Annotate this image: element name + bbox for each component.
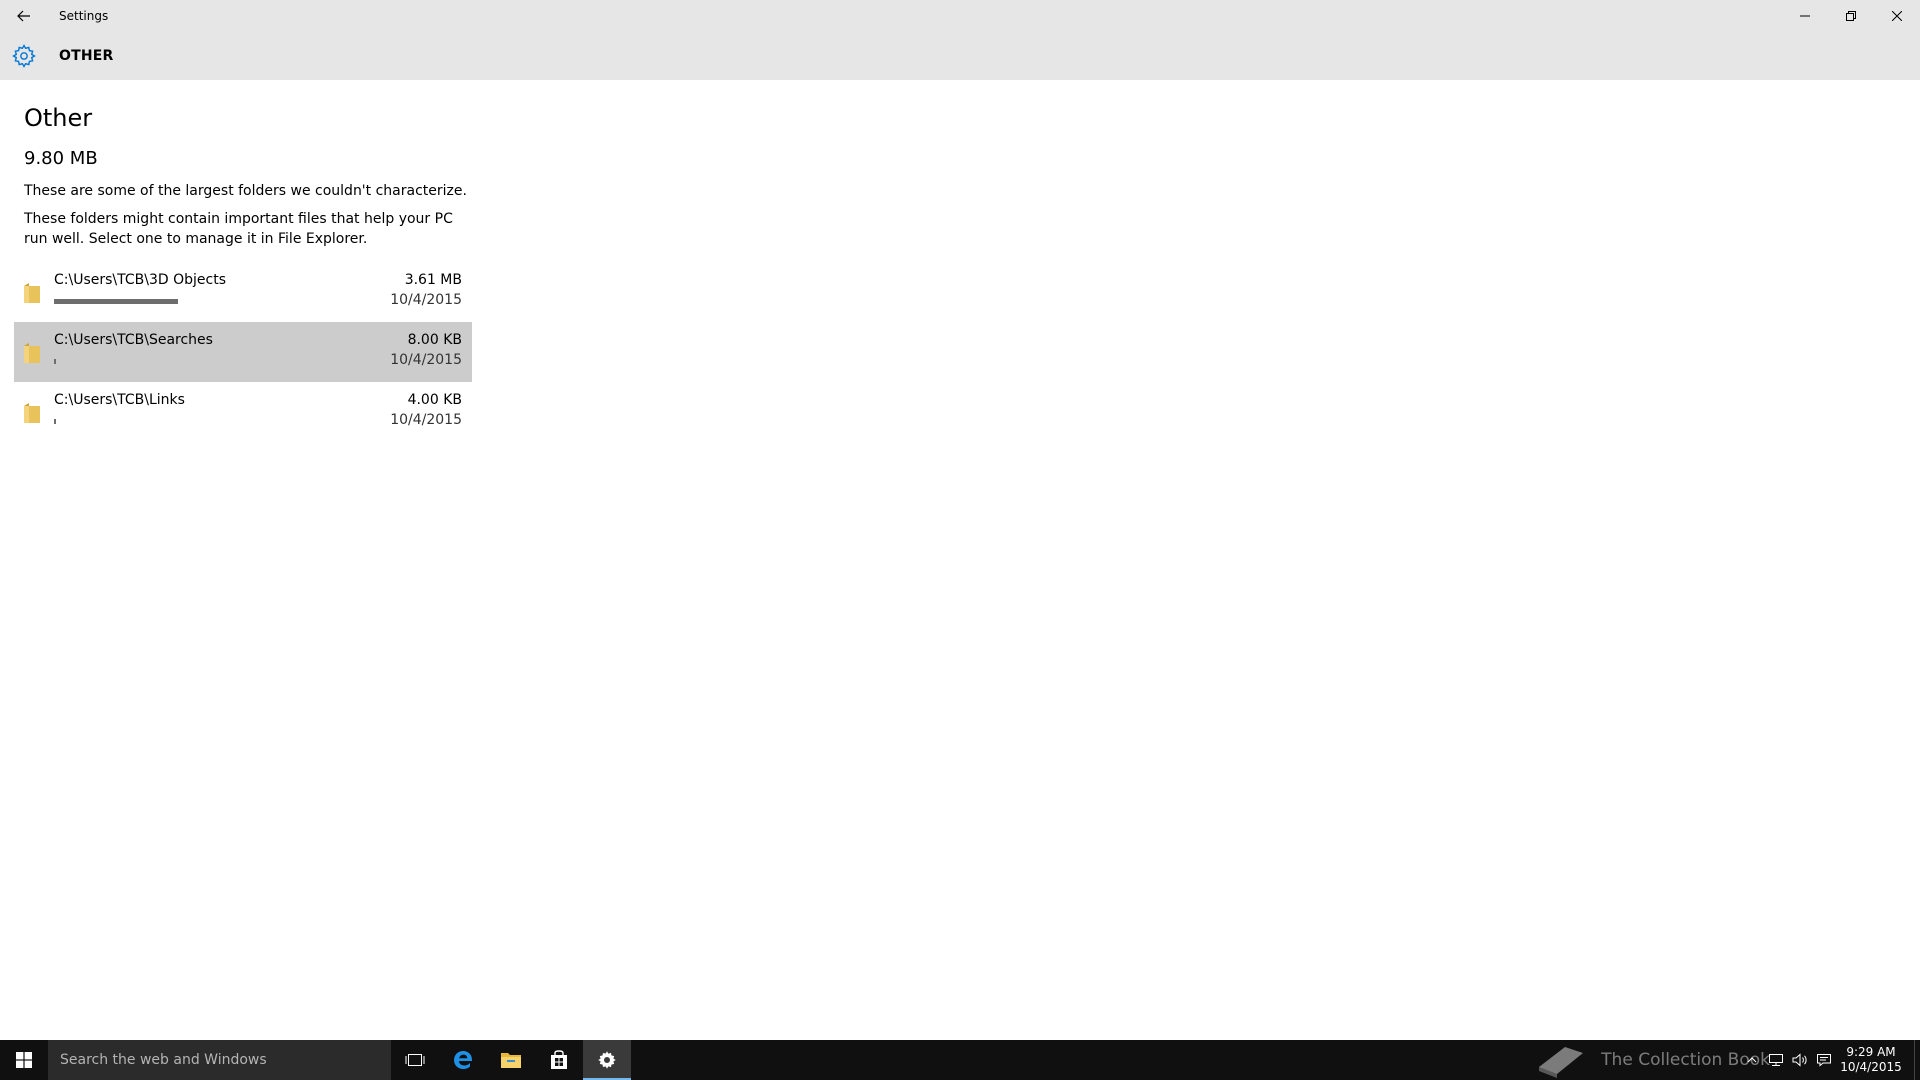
folder-size: 4.00 KB [407, 392, 462, 408]
folder-icon [24, 403, 40, 423]
usage-bar [54, 299, 234, 304]
usage-bar-fill [54, 419, 56, 424]
store-icon [551, 1050, 567, 1069]
folder-date: 10/4/2015 [390, 292, 462, 308]
header-title: OTHER [59, 48, 114, 64]
action-center-button[interactable] [1812, 1040, 1836, 1080]
volume-button[interactable] [1788, 1040, 1812, 1080]
chevron-up-icon [1747, 1057, 1757, 1063]
notification-icon [1817, 1054, 1831, 1067]
window-title: Settings [59, 9, 109, 23]
close-button[interactable] [1874, 0, 1920, 32]
book-logo-icon [1539, 1047, 1584, 1078]
minimize-button[interactable] [1782, 0, 1828, 32]
close-icon [1892, 11, 1902, 21]
taskbar: Search the web and Windows The Collectio… [0, 1040, 1920, 1080]
folder-item[interactable]: C:\Users\TCB\Links 4.00 KB 10/4/2015 [14, 382, 472, 442]
settings-gear-icon [0, 32, 48, 80]
file-explorer-icon [501, 1053, 521, 1068]
settings-app-button[interactable] [583, 1040, 631, 1080]
task-view-button[interactable] [391, 1040, 439, 1080]
restore-icon [1846, 11, 1856, 21]
instruction-text: These folders might contain important fi… [24, 211, 453, 247]
usage-bar [54, 419, 234, 424]
taskbar-clock[interactable]: 9:29 AM 10/4/2015 [1836, 1045, 1906, 1075]
clock-time: 9:29 AM [1846, 1045, 1896, 1059]
store-button[interactable] [535, 1040, 583, 1080]
folder-item[interactable]: C:\Users\TCB\3D Objects 3.61 MB 10/4/201… [14, 262, 472, 322]
title-bar: Settings [0, 0, 1920, 32]
speaker-icon [1792, 1053, 1807, 1067]
file-explorer-button[interactable] [487, 1040, 535, 1080]
usage-bar [54, 359, 234, 364]
folder-path: C:\Users\TCB\3D Objects [54, 272, 226, 288]
folder-date: 10/4/2015 [390, 412, 462, 428]
folder-item[interactable]: C:\Users\TCB\Searches 8.00 KB 10/4/2015 [14, 322, 472, 382]
edge-browser-button[interactable] [439, 1040, 487, 1080]
folder-list: C:\Users\TCB\3D Objects 3.61 MB 10/4/201… [14, 262, 472, 442]
settings-gear-icon [598, 1051, 616, 1069]
taskbar-search-box[interactable]: Search the web and Windows [48, 1040, 391, 1080]
start-button[interactable] [0, 1040, 48, 1080]
show-desktop-button[interactable] [1914, 1040, 1920, 1080]
watermark: The Collection Book [1535, 1040, 1770, 1080]
usage-bar-fill [54, 359, 56, 364]
usage-bar-fill [54, 299, 178, 304]
window-controls [1782, 0, 1920, 32]
folder-date: 10/4/2015 [390, 352, 462, 368]
description-text: These are some of the largest folders we… [24, 183, 467, 199]
folder-icon [24, 283, 40, 303]
restore-button[interactable] [1828, 0, 1874, 32]
show-hidden-icons-button[interactable] [1740, 1040, 1764, 1080]
page-title: Other [24, 104, 93, 132]
folder-path: C:\Users\TCB\Searches [54, 332, 213, 348]
content-area: Other 9.80 MB These are some of the larg… [24, 80, 484, 249]
folder-size: 3.61 MB [404, 272, 462, 288]
folder-icon [24, 343, 40, 363]
windows-logo-icon [16, 1052, 32, 1068]
total-size: 9.80 MB [24, 148, 98, 169]
edge-icon [454, 1051, 473, 1069]
folder-size: 8.00 KB [407, 332, 462, 348]
page-header: OTHER [0, 32, 1920, 80]
clock-date: 10/4/2015 [1840, 1060, 1902, 1074]
system-tray: 9:29 AM 10/4/2015 [1740, 1040, 1920, 1080]
minimize-icon [1800, 15, 1810, 17]
task-view-icon [405, 1054, 425, 1066]
back-button[interactable] [0, 0, 48, 32]
network-icon [1769, 1054, 1783, 1066]
taskbar-pinned-apps [391, 1040, 631, 1080]
network-button[interactable] [1764, 1040, 1788, 1080]
folder-path: C:\Users\TCB\Links [54, 392, 185, 408]
back-arrow-icon [17, 10, 30, 22]
